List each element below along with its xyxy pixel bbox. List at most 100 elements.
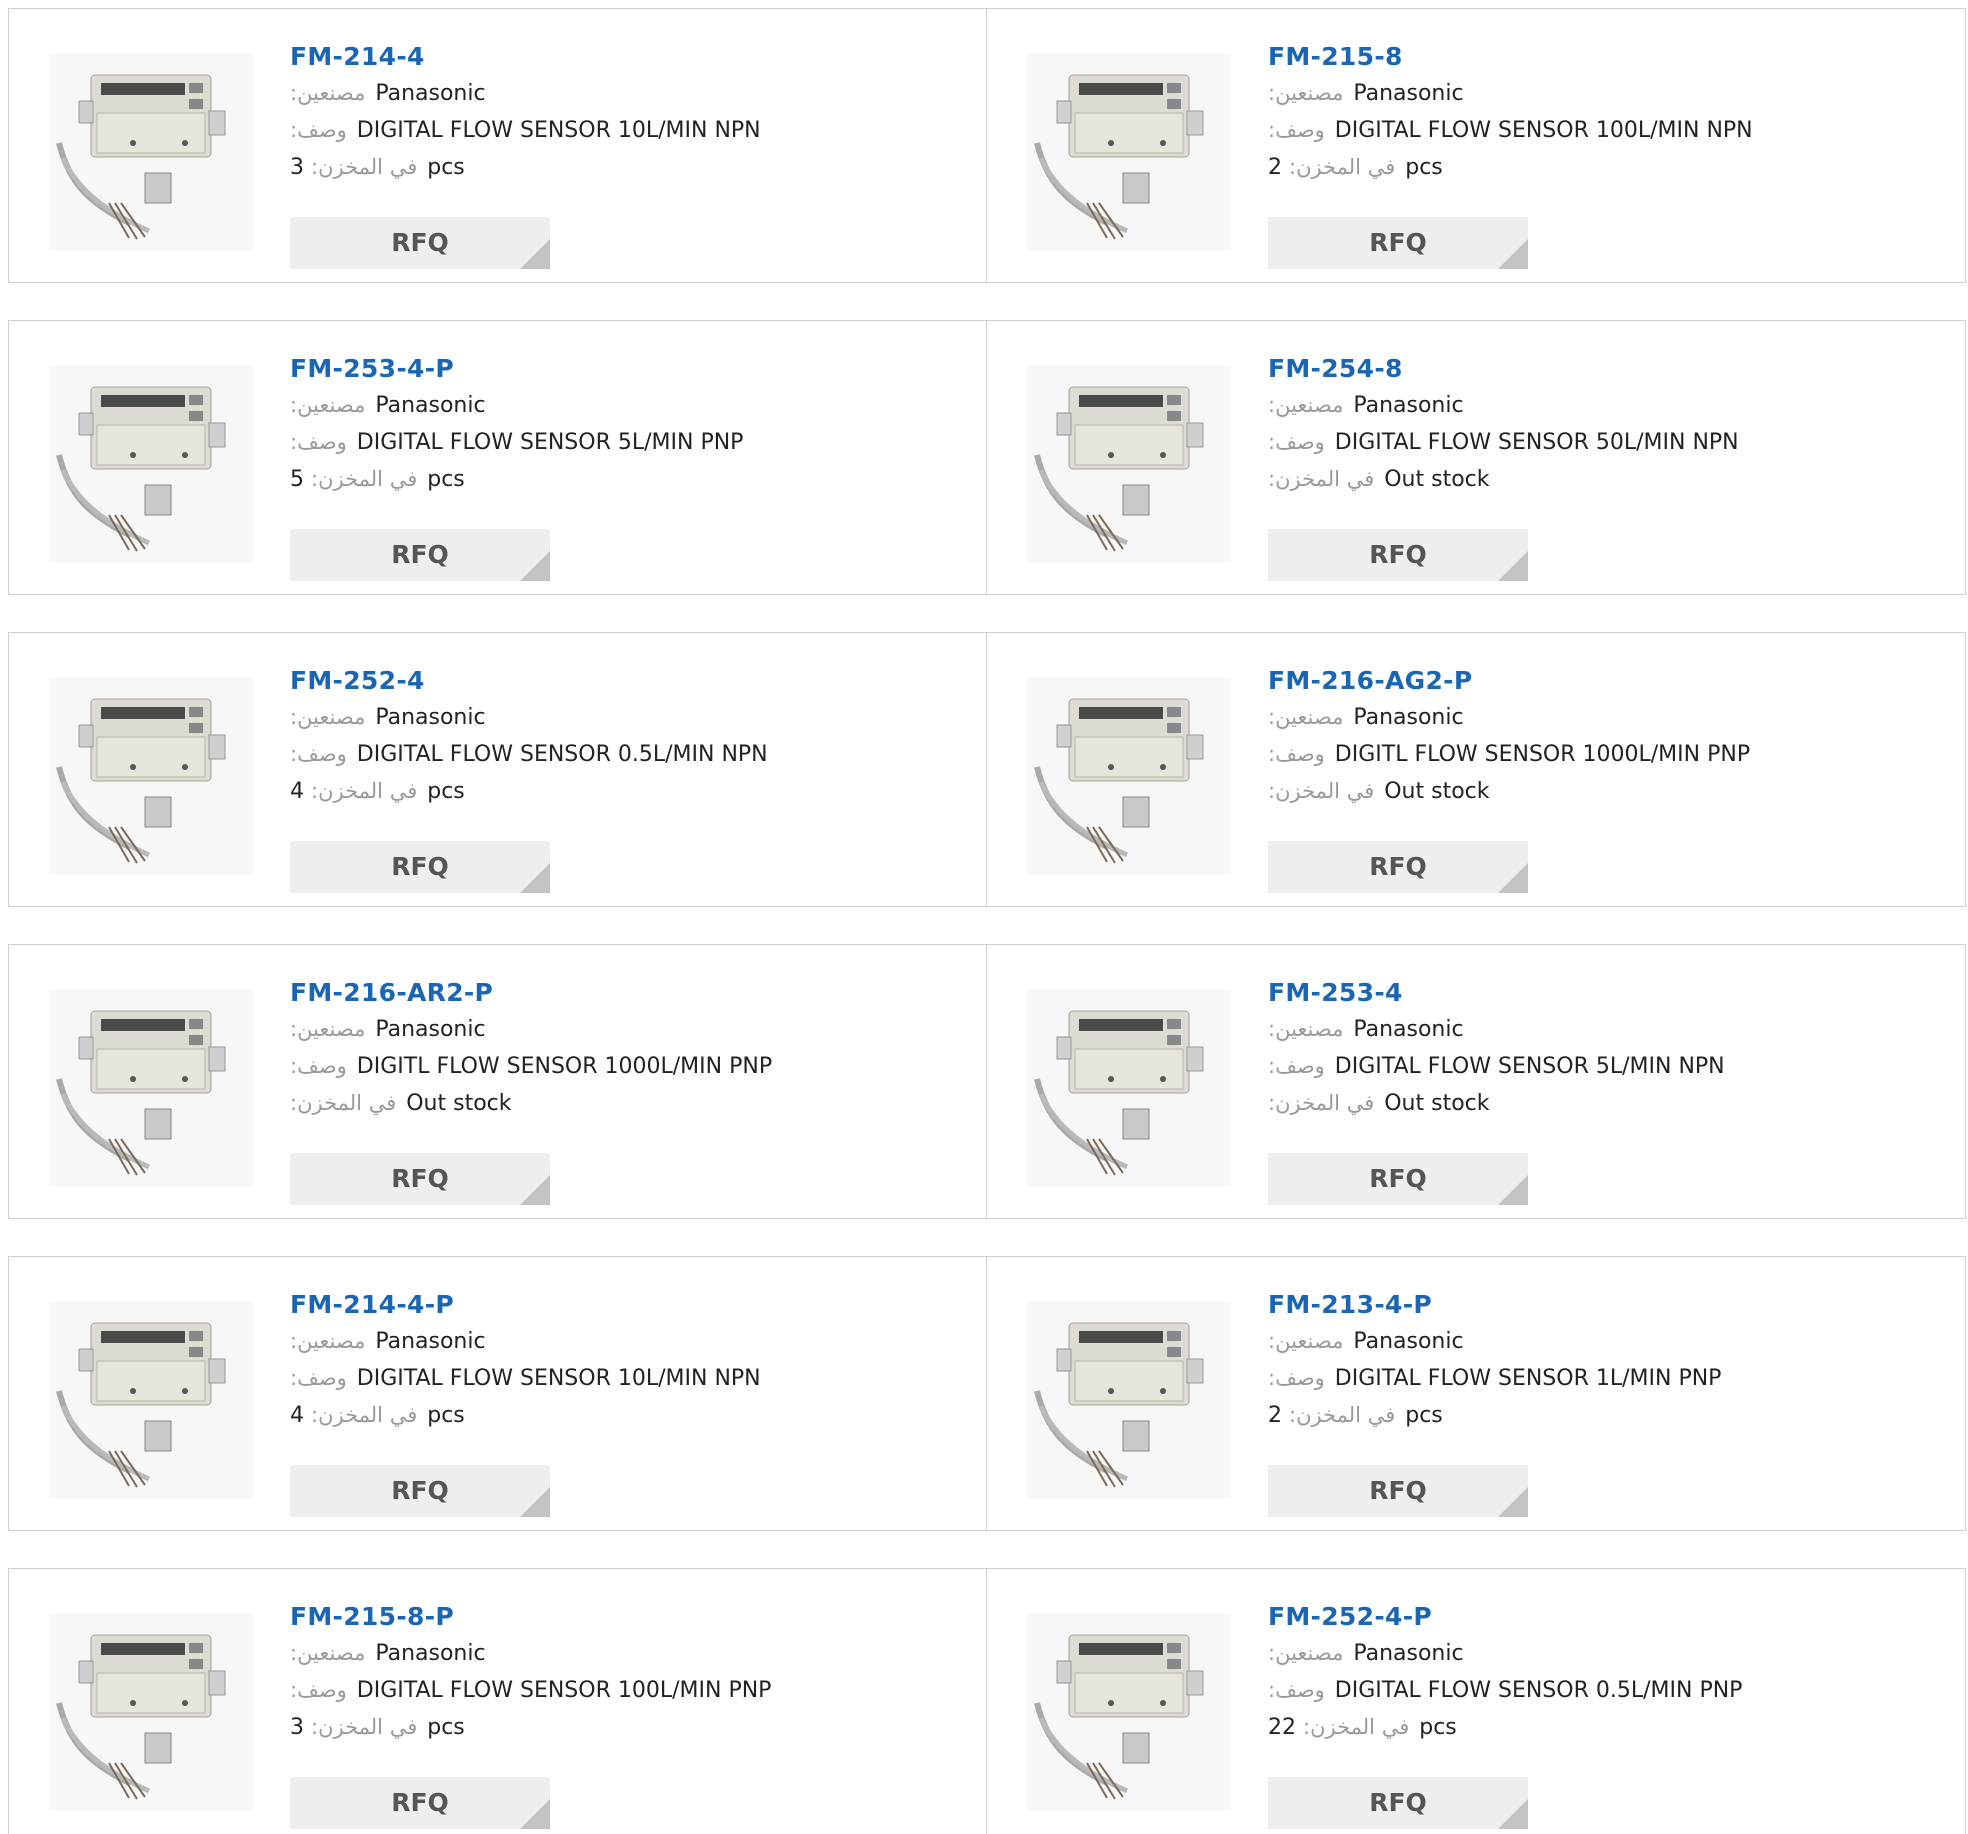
rfq-button[interactable]: RFQ [290, 841, 550, 893]
product-card: FM-253-4 :مصنعين Panasonic :وصف DIGITAL FL… [987, 944, 1966, 1219]
description-label: :وصف [290, 1366, 347, 1390]
rfq-label: RFQ [1369, 1164, 1427, 1193]
part-number-link[interactable]: FM-213-4-P [1268, 1287, 1948, 1323]
rfq-button[interactable]: RFQ [1268, 1465, 1528, 1517]
description-row: :وصف DIGITAL FLOW SENSOR 1L/MIN PNP [1268, 1360, 1948, 1397]
stock-unit: pcs [427, 1715, 465, 1740]
rfq-label: RFQ [1369, 1476, 1427, 1505]
description-value: DIGITL FLOW SENSOR 1000L/MIN PNP [356, 1054, 773, 1079]
stock-label: :في المخزن [1289, 1403, 1396, 1427]
description-label: :وصف [1268, 1054, 1325, 1078]
part-number-link[interactable]: FM-215-8 [1268, 39, 1948, 75]
description-row: :وصف DIGITAL FLOW SENSOR 10L/MIN NPN [290, 112, 970, 149]
part-number-link[interactable]: FM-254-8 [1268, 351, 1948, 387]
product-image[interactable] [1027, 1613, 1231, 1811]
part-number-link[interactable]: FM-214-4 [290, 39, 970, 75]
rfq-button[interactable]: RFQ [290, 1465, 550, 1517]
rfq-button[interactable]: RFQ [1268, 1777, 1528, 1829]
rfq-button[interactable]: RFQ [290, 1777, 550, 1829]
product-info: FM-216-AR2-P :مصنعين Panasonic :وصف DIGITL… [290, 975, 970, 1205]
flow-sensor-image [1027, 365, 1231, 563]
description-label: :وصف [290, 1678, 347, 1702]
corner-triangle-icon [1498, 863, 1528, 893]
product-image[interactable] [1027, 1301, 1231, 1499]
manufacturer-value: Panasonic [1353, 1017, 1464, 1042]
description-label: :وصف [290, 430, 347, 454]
description-value: DIGITAL FLOW SENSOR 5L/MIN NPN [1334, 1054, 1725, 1079]
product-image[interactable] [49, 1301, 253, 1499]
description-row: :وصف DIGITAL FLOW SENSOR 0.5L/MIN NPN [290, 736, 970, 773]
stock-label: :في المخزن [311, 155, 418, 179]
rfq-button[interactable]: RFQ [290, 1153, 550, 1205]
product-row: FM-216-AR2-P :مصنعين Panasonic :وصف DIGITL… [8, 944, 1966, 1219]
description-value: DIGITAL FLOW SENSOR 10L/MIN NPN [356, 1366, 761, 1391]
rfq-button[interactable]: RFQ [1268, 529, 1528, 581]
product-image[interactable] [1027, 365, 1231, 563]
product-image[interactable] [49, 677, 253, 875]
product-image[interactable] [1027, 989, 1231, 1187]
stock-unit: pcs [1419, 1715, 1457, 1740]
product-card: FM-213-4-P :مصنعين Panasonic :وصف DIGITAL … [987, 1256, 1966, 1531]
stock-value: 22 [1268, 1715, 1296, 1740]
description-value: DIGITAL FLOW SENSOR 10L/MIN NPN [356, 118, 761, 143]
stock-label: :في المخزن [1303, 1715, 1410, 1739]
manufacturer-row: :مصنعين Panasonic [290, 699, 970, 736]
stock-unit: pcs [427, 779, 465, 804]
rfq-button[interactable]: RFQ [1268, 217, 1528, 269]
stock-row: 5 :في المخزن pcs [290, 461, 970, 498]
flow-sensor-image [49, 1301, 253, 1499]
product-info: FM-254-8 :مصنعين Panasonic :وصف DIGITAL FL… [1268, 351, 1948, 581]
corner-triangle-icon [1498, 551, 1528, 581]
description-label: :وصف [1268, 742, 1325, 766]
flow-sensor-image [49, 677, 253, 875]
stock-row: 2 :في المخزن pcs [1268, 1397, 1948, 1434]
corner-triangle-icon [520, 239, 550, 269]
rfq-button[interactable]: RFQ [1268, 841, 1528, 893]
product-image[interactable] [1027, 53, 1231, 251]
part-number-link[interactable]: FM-216-AG2-P [1268, 663, 1948, 699]
part-number-link[interactable]: FM-214-4-P [290, 1287, 970, 1323]
manufacturer-value: Panasonic [1353, 81, 1464, 106]
product-image[interactable] [1027, 677, 1231, 875]
stock-label: :في المخزن [311, 467, 418, 491]
manufacturer-label: :مصنعين [290, 1329, 366, 1353]
description-label: :وصف [290, 1054, 347, 1078]
stock-value: Out stock [1384, 467, 1490, 492]
product-card: FM-254-8 :مصنعين Panasonic :وصف DIGITAL FL… [987, 320, 1966, 595]
stock-value: 3 [290, 1715, 304, 1740]
rfq-button[interactable]: RFQ [1268, 1153, 1528, 1205]
stock-label: :في المخزن [311, 1715, 418, 1739]
manufacturer-label: :مصنعين [1268, 1641, 1344, 1665]
description-label: :وصف [1268, 1678, 1325, 1702]
manufacturer-value: Panasonic [375, 1329, 486, 1354]
product-card: FM-252-4-P :مصنعين Panasonic :وصف DIGITAL … [987, 1568, 1966, 1834]
part-number-link[interactable]: FM-252-4 [290, 663, 970, 699]
part-number-link[interactable]: FM-215-8-P [290, 1599, 970, 1635]
description-row: :وصف DIGITAL FLOW SENSOR 100L/MIN PNP [290, 1672, 970, 1709]
rfq-button[interactable]: RFQ [290, 529, 550, 581]
stock-row: :في المخزن Out stock [290, 1085, 970, 1122]
description-label: :وصف [1268, 1366, 1325, 1390]
manufacturer-label: :مصنعين [1268, 81, 1344, 105]
stock-value: Out stock [406, 1091, 512, 1116]
product-card: FM-253-4-P :مصنعين Panasonic :وصف DIGITAL … [8, 320, 987, 595]
corner-triangle-icon [520, 551, 550, 581]
product-image[interactable] [49, 53, 253, 251]
part-number-link[interactable]: FM-252-4-P [1268, 1599, 1948, 1635]
stock-value: 3 [290, 155, 304, 180]
part-number-link[interactable]: FM-253-4 [1268, 975, 1948, 1011]
description-row: :وصف DIGITAL FLOW SENSOR 0.5L/MIN PNP [1268, 1672, 1948, 1709]
part-number-link[interactable]: FM-253-4-P [290, 351, 970, 387]
stock-row: 4 :في المخزن pcs [290, 773, 970, 810]
description-value: DIGITAL FLOW SENSOR 50L/MIN NPN [1334, 430, 1739, 455]
manufacturer-value: Panasonic [1353, 393, 1464, 418]
stock-label: :في المخزن [311, 1403, 418, 1427]
stock-label: :في المخزن [311, 779, 418, 803]
product-image[interactable] [49, 989, 253, 1187]
part-number-link[interactable]: FM-216-AR2-P [290, 975, 970, 1011]
flow-sensor-image [1027, 677, 1231, 875]
manufacturer-value: Panasonic [375, 1641, 486, 1666]
rfq-button[interactable]: RFQ [290, 217, 550, 269]
product-image[interactable] [49, 365, 253, 563]
product-image[interactable] [49, 1613, 253, 1811]
